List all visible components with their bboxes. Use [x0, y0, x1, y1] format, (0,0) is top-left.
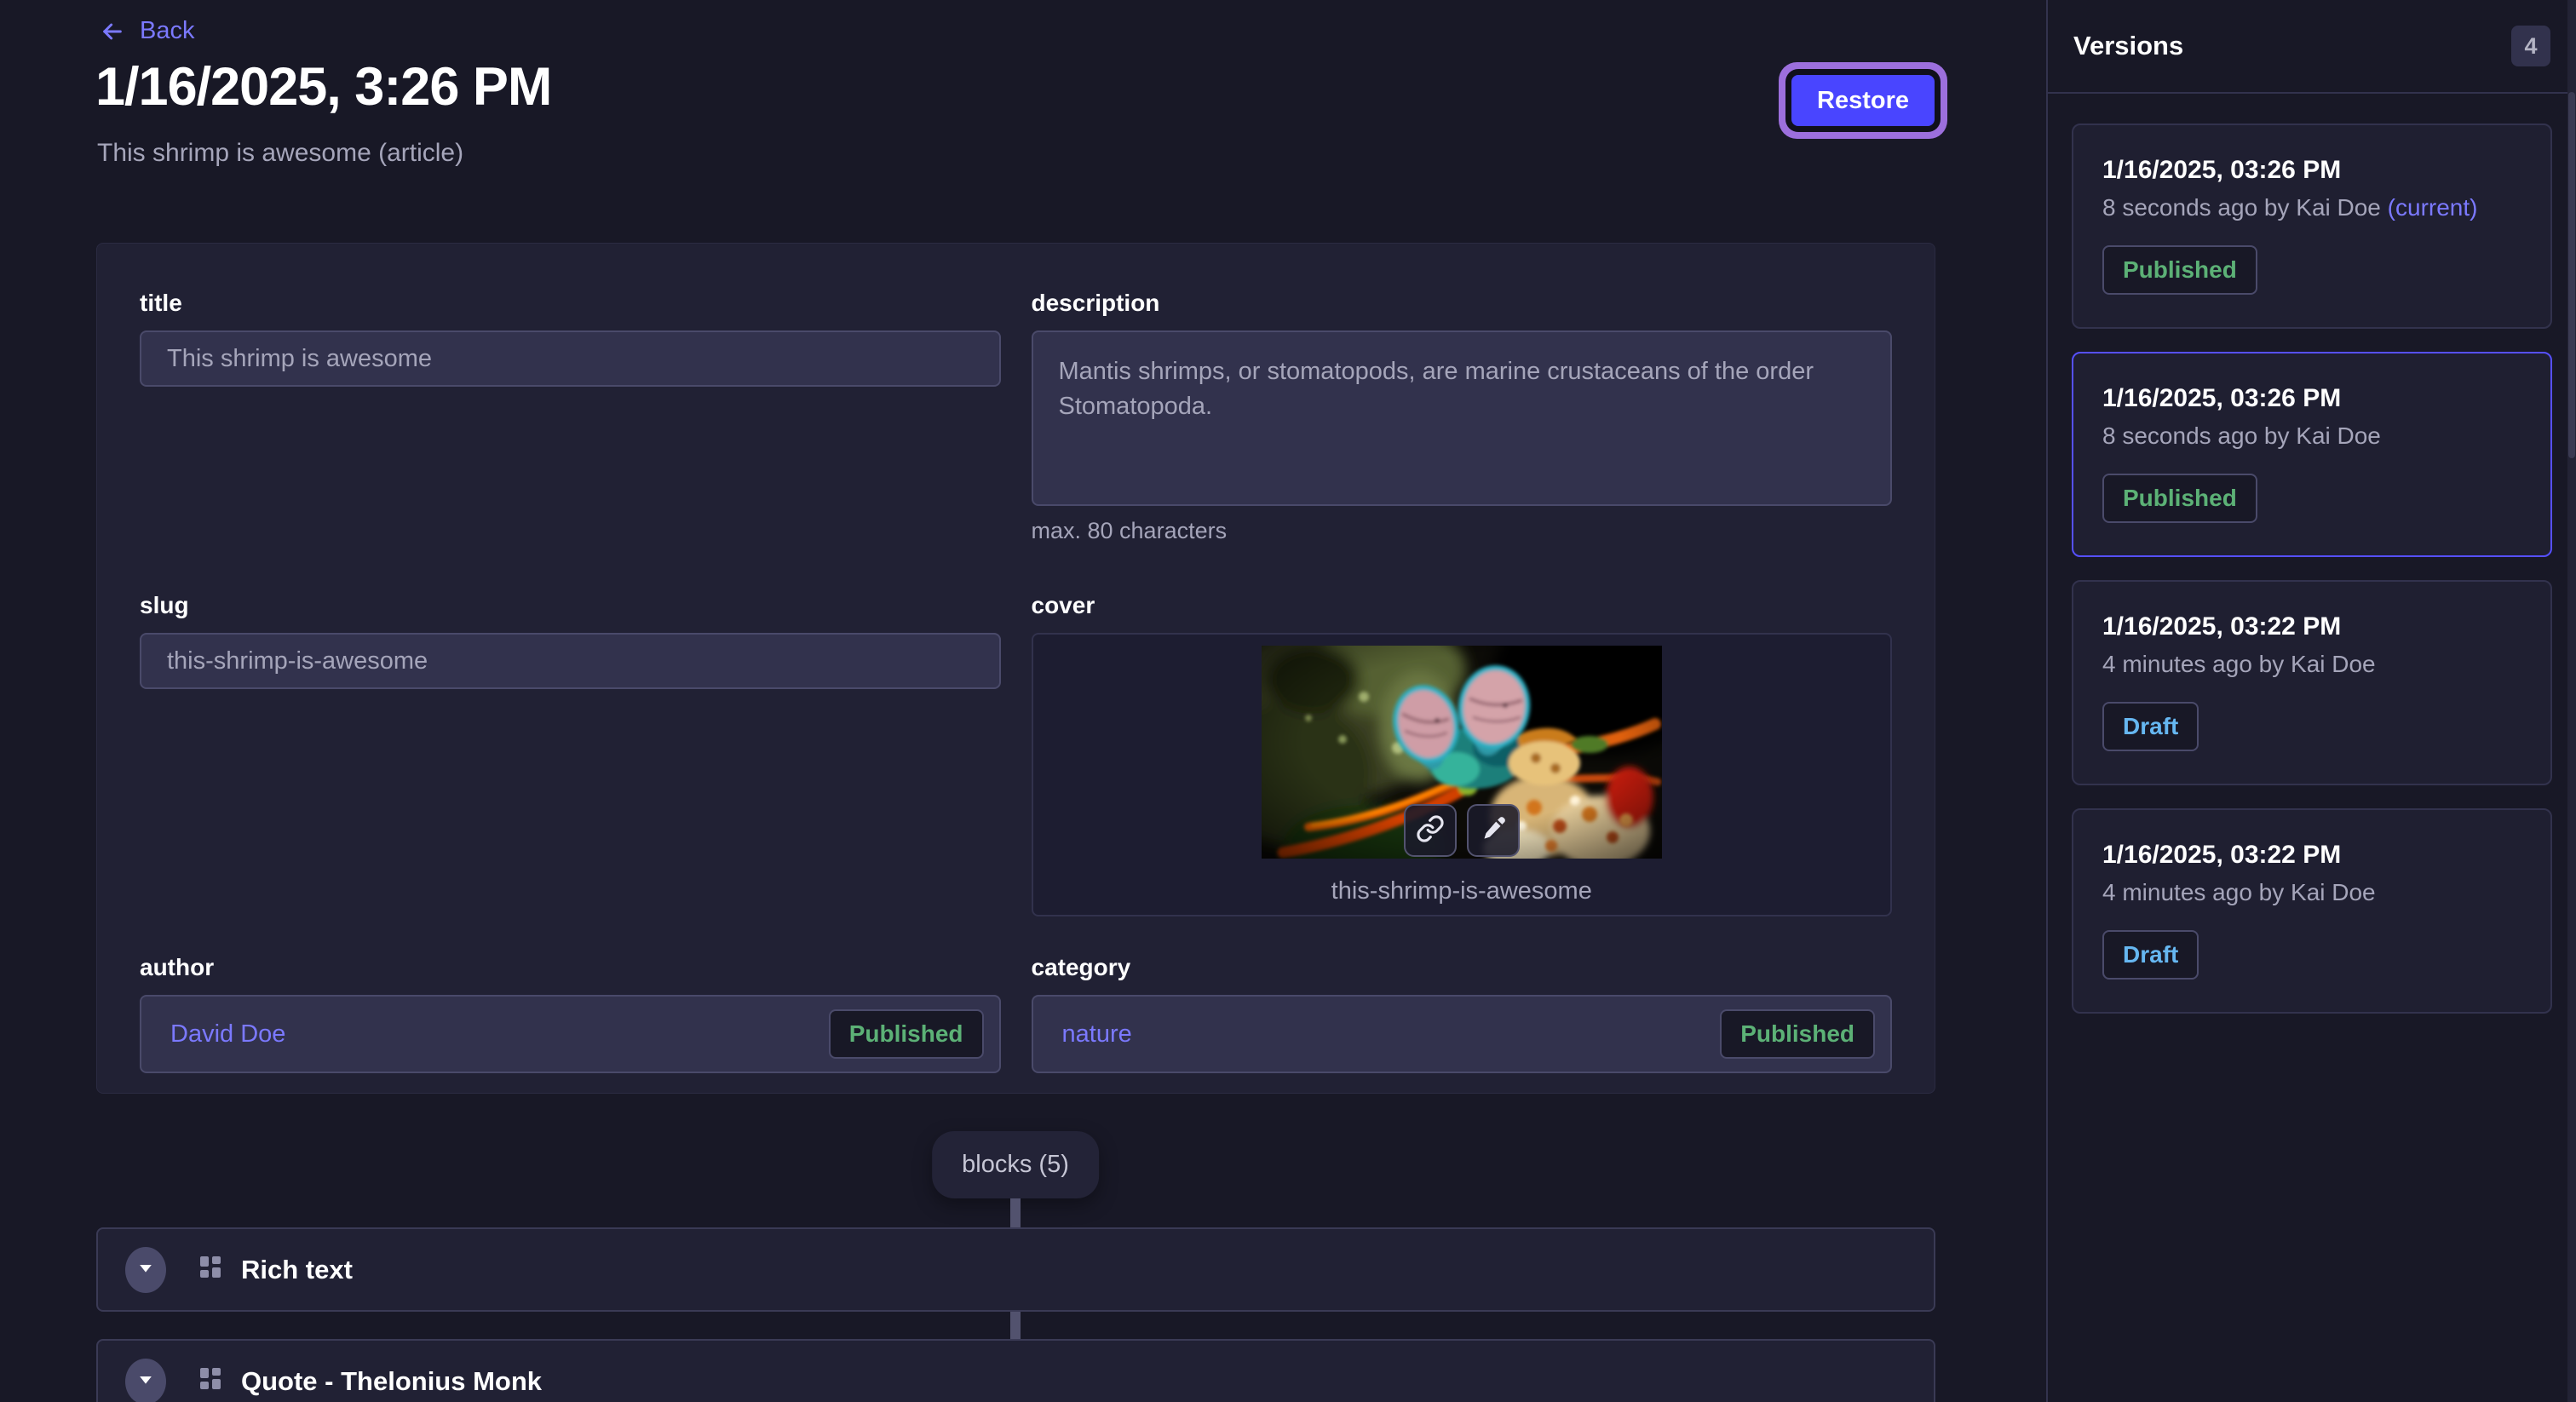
description-label: description — [1032, 290, 1893, 317]
versions-header: Versions 4 — [2048, 0, 2576, 94]
version-date: 1/16/2025, 03:26 PM — [2102, 384, 2521, 413]
version-date: 1/16/2025, 03:26 PM — [2102, 156, 2521, 185]
field-cover: cover — [1032, 592, 1893, 916]
cover-image-actions — [1404, 804, 1520, 857]
title-label: title — [140, 290, 1001, 317]
chevron-down-icon — [139, 1262, 152, 1278]
category-relation: nature Published — [1032, 995, 1893, 1073]
chevron-down-icon — [139, 1374, 152, 1389]
copy-link-button[interactable] — [1404, 804, 1457, 857]
connector-line — [1010, 1310, 1021, 1341]
category-link[interactable]: nature — [1062, 1020, 1132, 1049]
version-card[interactable]: 1/16/2025, 03:22 PM 4 minutes ago by Kai… — [2072, 580, 2552, 785]
scrollbar-track[interactable] — [2567, 0, 2576, 1402]
category-label: category — [1032, 954, 1893, 981]
slug-label: slug — [140, 592, 1001, 619]
page-subtitle: This shrimp is awesome (article) — [97, 139, 463, 168]
field-category: category nature Published — [1032, 954, 1893, 1073]
description-textarea[interactable]: Mantis shrimps, or stomatopods, are mari… — [1032, 330, 1893, 506]
version-status-badge: Published — [2102, 245, 2257, 295]
category-status-badge: Published — [1720, 1009, 1875, 1059]
field-slug: slug this-shrimp-is-awesome — [140, 592, 1001, 689]
cover-box: this-shrimp-is-awesome — [1032, 633, 1893, 916]
block-label: Quote - Thelonius Monk — [241, 1366, 542, 1397]
main-content: Back 1/16/2025, 3:26 PM This shrimp is a… — [0, 0, 2046, 1402]
pencil-icon — [1480, 815, 1507, 847]
page-title: 1/16/2025, 3:26 PM — [95, 56, 551, 118]
back-label: Back — [140, 17, 194, 45]
connector-line — [1010, 1198, 1021, 1229]
cover-image — [1262, 646, 1662, 859]
collapse-toggle-button[interactable] — [125, 1359, 166, 1402]
collapse-toggle-button[interactable] — [125, 1247, 166, 1293]
version-status-badge: Published — [2102, 474, 2257, 523]
restore-button[interactable]: Restore — [1791, 75, 1935, 126]
history-page: Back 1/16/2025, 3:26 PM This shrimp is a… — [0, 0, 2576, 1402]
block-row-quote[interactable]: Quote - Thelonius Monk — [96, 1339, 1935, 1402]
versions-sidebar: Versions 4 1/16/2025, 03:26 PM 8 seconds… — [2046, 0, 2576, 1402]
back-arrow-icon — [99, 18, 126, 45]
blocks-count-pill[interactable]: blocks (5) — [932, 1131, 1099, 1198]
author-relation: David Doe Published — [140, 995, 1001, 1073]
version-card[interactable]: 1/16/2025, 03:22 PM 4 minutes ago by Kai… — [2072, 808, 2552, 1014]
title-input[interactable]: This shrimp is awesome — [140, 330, 1001, 387]
cover-caption: this-shrimp-is-awesome — [1331, 877, 1592, 905]
version-card[interactable]: 1/16/2025, 03:26 PM 8 seconds ago by Kai… — [2072, 124, 2552, 329]
back-link[interactable]: Back — [99, 17, 194, 45]
versions-list: 1/16/2025, 03:26 PM 8 seconds ago by Kai… — [2048, 94, 2576, 1043]
entry-form-card: title This shrimp is awesome description… — [96, 243, 1935, 1094]
cover-label: cover — [1032, 592, 1893, 619]
description-hint: max. 80 characters — [1032, 518, 1893, 544]
version-card-selected[interactable]: 1/16/2025, 03:26 PM 8 seconds ago by Kai… — [2072, 352, 2552, 557]
author-link[interactable]: David Doe — [170, 1020, 285, 1049]
version-date: 1/16/2025, 03:22 PM — [2102, 612, 2521, 641]
edit-image-button[interactable] — [1467, 804, 1520, 857]
field-author: author David Doe Published — [140, 954, 1001, 1073]
versions-title: Versions — [2073, 31, 2183, 61]
version-date: 1/16/2025, 03:22 PM — [2102, 841, 2521, 870]
version-meta: 4 minutes ago by Kai Doe — [2102, 879, 2521, 906]
field-title: title This shrimp is awesome — [140, 290, 1001, 387]
link-icon — [1416, 814, 1445, 848]
slug-input[interactable]: this-shrimp-is-awesome — [140, 633, 1001, 689]
version-meta: 4 minutes ago by Kai Doe — [2102, 651, 2521, 678]
versions-count-badge: 4 — [2511, 26, 2550, 66]
scrollbar-thumb[interactable] — [2568, 92, 2575, 458]
author-label: author — [140, 954, 1001, 981]
block-label: Rich text — [241, 1255, 353, 1285]
author-status-badge: Published — [829, 1009, 984, 1059]
current-tag: (current) — [2388, 194, 2478, 221]
version-meta: 8 seconds ago by Kai Doe (current) — [2102, 194, 2521, 221]
drag-handle-icon[interactable] — [198, 1365, 222, 1398]
drag-handle-icon[interactable] — [198, 1253, 222, 1286]
version-meta: 8 seconds ago by Kai Doe — [2102, 422, 2521, 450]
version-status-badge: Draft — [2102, 930, 2199, 980]
field-description: description Mantis shrimps, or stomatopo… — [1032, 290, 1893, 544]
block-row-rich-text[interactable]: Rich text — [96, 1227, 1935, 1312]
version-status-badge: Draft — [2102, 702, 2199, 751]
